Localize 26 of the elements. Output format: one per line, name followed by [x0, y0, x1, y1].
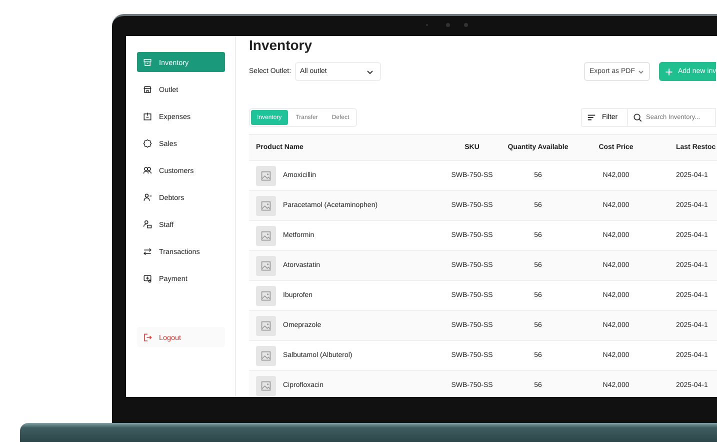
sensor-icon: [464, 23, 468, 27]
image-placeholder-icon: [256, 226, 276, 246]
person-badge-icon: [143, 220, 152, 228]
image-placeholder-icon: [256, 376, 276, 396]
card-icon: [143, 274, 152, 282]
image-placeholder-icon: [256, 316, 276, 336]
camera-icon: [446, 23, 450, 27]
person-icon: [143, 192, 152, 202]
swap-arrows-icon: [143, 246, 152, 256]
receipt-icon: [143, 112, 152, 120]
filter-icon: [587, 113, 596, 122]
page-title: Inventory: [249, 37, 314, 54]
people-icon: [143, 166, 152, 174]
badge-icon: [143, 138, 152, 148]
storefront-icon: [143, 84, 152, 94]
chevron-down-icon: [366, 68, 374, 76]
image-placeholder-icon: [256, 196, 276, 216]
plus-icon: [665, 68, 673, 76]
logout-icon: [143, 332, 152, 342]
caret-icon: [637, 68, 645, 76]
image-placeholder-icon: [256, 346, 276, 366]
image-placeholder-icon: [256, 166, 276, 186]
search-icon: [633, 113, 642, 122]
box-icon: [143, 58, 152, 66]
image-placeholder-icon: [256, 286, 276, 306]
image-placeholder-icon: [256, 256, 276, 276]
